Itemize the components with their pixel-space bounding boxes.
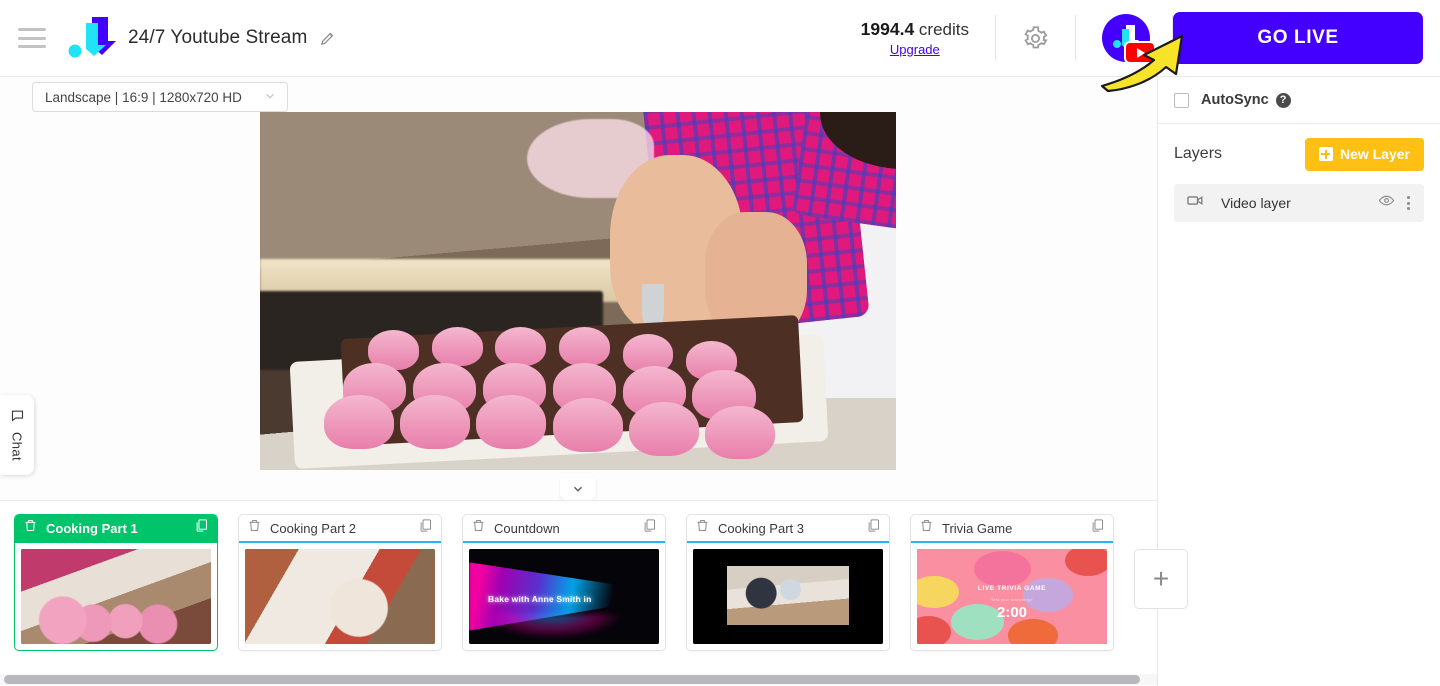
scene-title: Cooking Part 1 xyxy=(46,520,138,536)
scenes-horizontal-scrollbar[interactable] xyxy=(0,674,1157,685)
autosync-row: AutoSync ? xyxy=(1158,77,1440,124)
plus-square-icon xyxy=(1318,147,1333,161)
scene-overlay-text: Bake with Anne Smith in xyxy=(488,593,592,604)
gear-icon xyxy=(1024,25,1048,48)
scene-card[interactable]: Cooking Part 3 xyxy=(686,514,890,651)
page-title: 24/7 Youtube Stream xyxy=(128,27,308,48)
scene-card[interactable]: Countdown Bake with Anne Smith in xyxy=(462,514,666,651)
editor-stage: Landscape | 16:9 | 1280x720 HD xyxy=(0,77,1157,500)
header-right-group: 1994.4 credits Upgrade GO LIVE xyxy=(841,0,1440,76)
scene-thumbnail: Bake with Anne Smith in xyxy=(469,549,659,644)
app-root: 24/7 Youtube Stream 1994.4 credits Upgra… xyxy=(0,0,1440,686)
video-camera-icon xyxy=(1186,191,1205,215)
chat-panel-tab[interactable]: Chat xyxy=(0,395,34,475)
scene-card[interactable]: Trivia Game LIVE TRIVIA GAME Test your k… xyxy=(910,514,1114,651)
pencil-icon[interactable] xyxy=(319,30,336,47)
scene-card[interactable]: Cooking Part 1 xyxy=(14,514,218,651)
video-preview-canvas[interactable] xyxy=(260,112,896,470)
autosync-label: AutoSync xyxy=(1201,92,1269,108)
scene-title: Cooking Part 3 xyxy=(718,520,804,536)
avatar xyxy=(1102,14,1156,64)
scenes-strip: Cooking Part 1 Cooking Part 2 Countdown … xyxy=(0,500,1188,686)
scene-card-header: Trivia Game xyxy=(911,515,1113,543)
scene-card[interactable]: Cooking Part 2 xyxy=(238,514,442,651)
layer-actions xyxy=(1378,192,1412,214)
copy-icon[interactable] xyxy=(418,518,433,538)
new-layer-label: New Layer xyxy=(1339,146,1410,162)
settings-button[interactable] xyxy=(996,25,1075,52)
scene-thumbnail xyxy=(245,549,435,644)
chat-bubble-icon xyxy=(10,408,25,428)
scene-title: Cooking Part 2 xyxy=(270,520,356,536)
aspect-ratio-select[interactable]: Landscape | 16:9 | 1280x720 HD xyxy=(32,82,288,112)
trash-icon[interactable] xyxy=(471,518,486,538)
trash-icon[interactable] xyxy=(23,518,38,538)
scene-title: Countdown xyxy=(494,520,560,536)
scene-card-header: Cooking Part 2 xyxy=(239,515,441,543)
scene-thumbnail xyxy=(21,549,211,644)
copy-icon[interactable] xyxy=(1090,518,1105,538)
credits-label: credits xyxy=(918,20,969,39)
go-live-button[interactable]: GO LIVE xyxy=(1173,12,1423,64)
scene-title: Trivia Game xyxy=(942,520,1013,536)
collapse-preview-button[interactable] xyxy=(560,478,596,500)
account-avatar-button[interactable] xyxy=(1076,14,1172,64)
app-header: 24/7 Youtube Stream 1994.4 credits Upgra… xyxy=(0,0,1440,77)
credits-block: 1994.4 credits Upgrade xyxy=(841,15,995,61)
scene-overlay-text: LIVE TRIVIA GAME xyxy=(977,585,1047,593)
upgrade-link[interactable]: Upgrade xyxy=(890,42,940,57)
credits-value: 1994.4 xyxy=(860,19,915,39)
chat-tab-label: Chat xyxy=(9,432,25,462)
youtube-icon xyxy=(1124,41,1156,64)
question-mark-icon[interactable]: ? xyxy=(1275,92,1291,108)
layer-row[interactable]: Video layer xyxy=(1174,184,1424,222)
scene-thumbnail xyxy=(693,549,883,644)
aspect-ratio-value: Landscape | 16:9 | 1280x720 HD xyxy=(45,89,242,105)
scene-overlay-subtext: Test your knowledge xyxy=(990,596,1034,602)
layers-title: Layers xyxy=(1174,145,1223,162)
add-scene-button[interactable]: + xyxy=(1134,549,1188,609)
trash-icon[interactable] xyxy=(919,518,934,538)
credits-text: 1994.4 credits xyxy=(861,19,969,40)
eye-icon[interactable] xyxy=(1378,192,1395,214)
scrollbar-thumb[interactable] xyxy=(4,675,1140,684)
preview-image xyxy=(260,112,896,470)
kebab-menu-icon[interactable] xyxy=(1405,194,1412,212)
copy-icon[interactable] xyxy=(642,518,657,538)
copy-icon[interactable] xyxy=(866,518,881,538)
right-sidebar: AutoSync ? Layers New Layer Video layer xyxy=(1157,77,1440,686)
app-logo-icon xyxy=(62,15,118,61)
scene-card-header: Cooking Part 3 xyxy=(687,515,889,543)
hamburger-menu-icon[interactable] xyxy=(18,28,46,48)
scene-overlay-timer: 2:00 xyxy=(996,604,1028,622)
trash-icon[interactable] xyxy=(247,518,262,538)
layer-name: Video layer xyxy=(1221,195,1291,211)
autosync-checkbox[interactable] xyxy=(1174,92,1189,108)
chevron-down-icon xyxy=(574,486,582,492)
copy-icon[interactable] xyxy=(194,518,209,538)
layers-header: Layers New Layer xyxy=(1158,124,1440,184)
scene-thumbnail: LIVE TRIVIA GAME Test your knowledge 2:0… xyxy=(917,549,1107,644)
chevron-down-icon xyxy=(263,89,277,106)
scene-card-header: Cooking Part 1 xyxy=(15,515,217,543)
trash-icon[interactable] xyxy=(695,518,710,538)
scene-list: Cooking Part 1 Cooking Part 2 Countdown … xyxy=(0,501,1188,651)
scene-card-header: Countdown xyxy=(463,515,665,543)
new-layer-button[interactable]: New Layer xyxy=(1304,137,1424,171)
